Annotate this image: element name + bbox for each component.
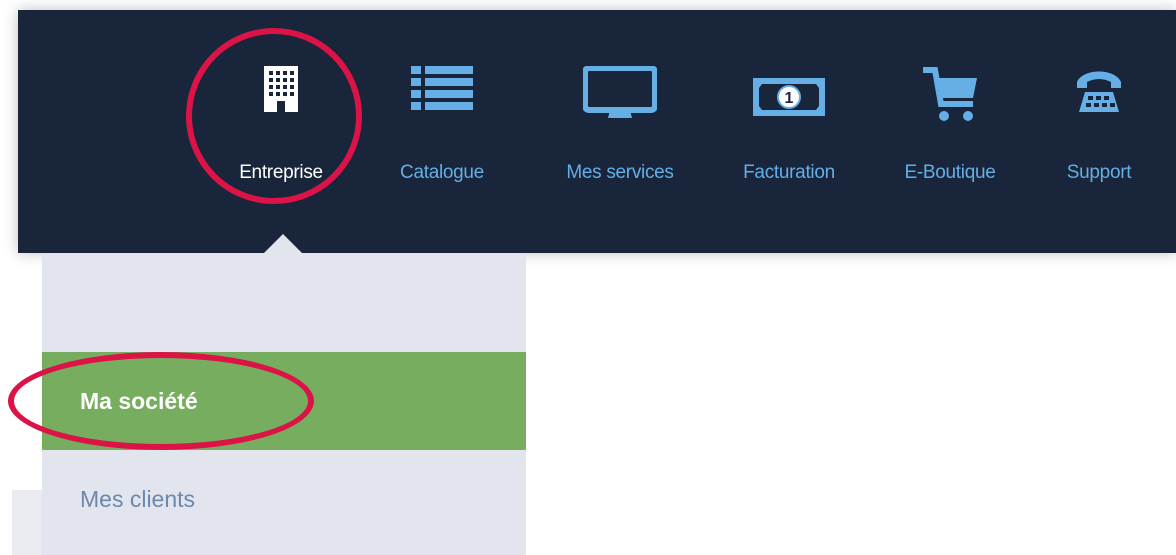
nav-item-mes-services[interactable]: Mes services	[538, 10, 702, 253]
nav-label-e-boutique: E-Boutique	[904, 162, 996, 183]
nav-item-e-boutique[interactable]: E-Boutique	[878, 10, 1022, 253]
svg-text:1: 1	[785, 90, 794, 107]
frame-left	[0, 0, 18, 555]
background-panel-edge	[12, 490, 42, 555]
submenu-label-ma-societe: Ma société	[80, 388, 198, 414]
telephone-icon	[1075, 66, 1123, 119]
dropdown-pointer	[263, 234, 303, 254]
nav-label-facturation: Facturation	[743, 162, 835, 183]
submenu-label-mes-clients: Mes clients	[80, 486, 196, 512]
top-navbar: Entreprise Catalogue Mes services 1 Fact…	[18, 10, 1176, 253]
entreprise-submenu: Ma société Mes clients	[42, 253, 526, 555]
nav-item-facturation[interactable]: 1 Facturation	[714, 10, 864, 253]
building-icon	[264, 66, 298, 117]
nav-label-entreprise: Entreprise	[239, 162, 323, 183]
frame-top	[0, 0, 1176, 10]
nav-label-catalogue: Catalogue	[400, 162, 484, 183]
submenu-item-mes-clients[interactable]: Mes clients	[42, 450, 526, 555]
nav-label-mes-services: Mes services	[566, 162, 674, 183]
submenu-item-ma-societe[interactable]: Ma société	[42, 352, 526, 450]
shopping-cart-icon	[921, 66, 979, 129]
list-icon	[411, 66, 473, 117]
nav-label-support: Support	[1066, 162, 1132, 183]
nav-item-support[interactable]: Support	[1034, 10, 1164, 253]
nav-item-catalogue[interactable]: Catalogue	[370, 10, 514, 253]
banknote-icon: 1	[753, 78, 825, 121]
nav-item-entreprise[interactable]: Entreprise	[206, 10, 356, 253]
monitor-icon	[582, 65, 658, 127]
